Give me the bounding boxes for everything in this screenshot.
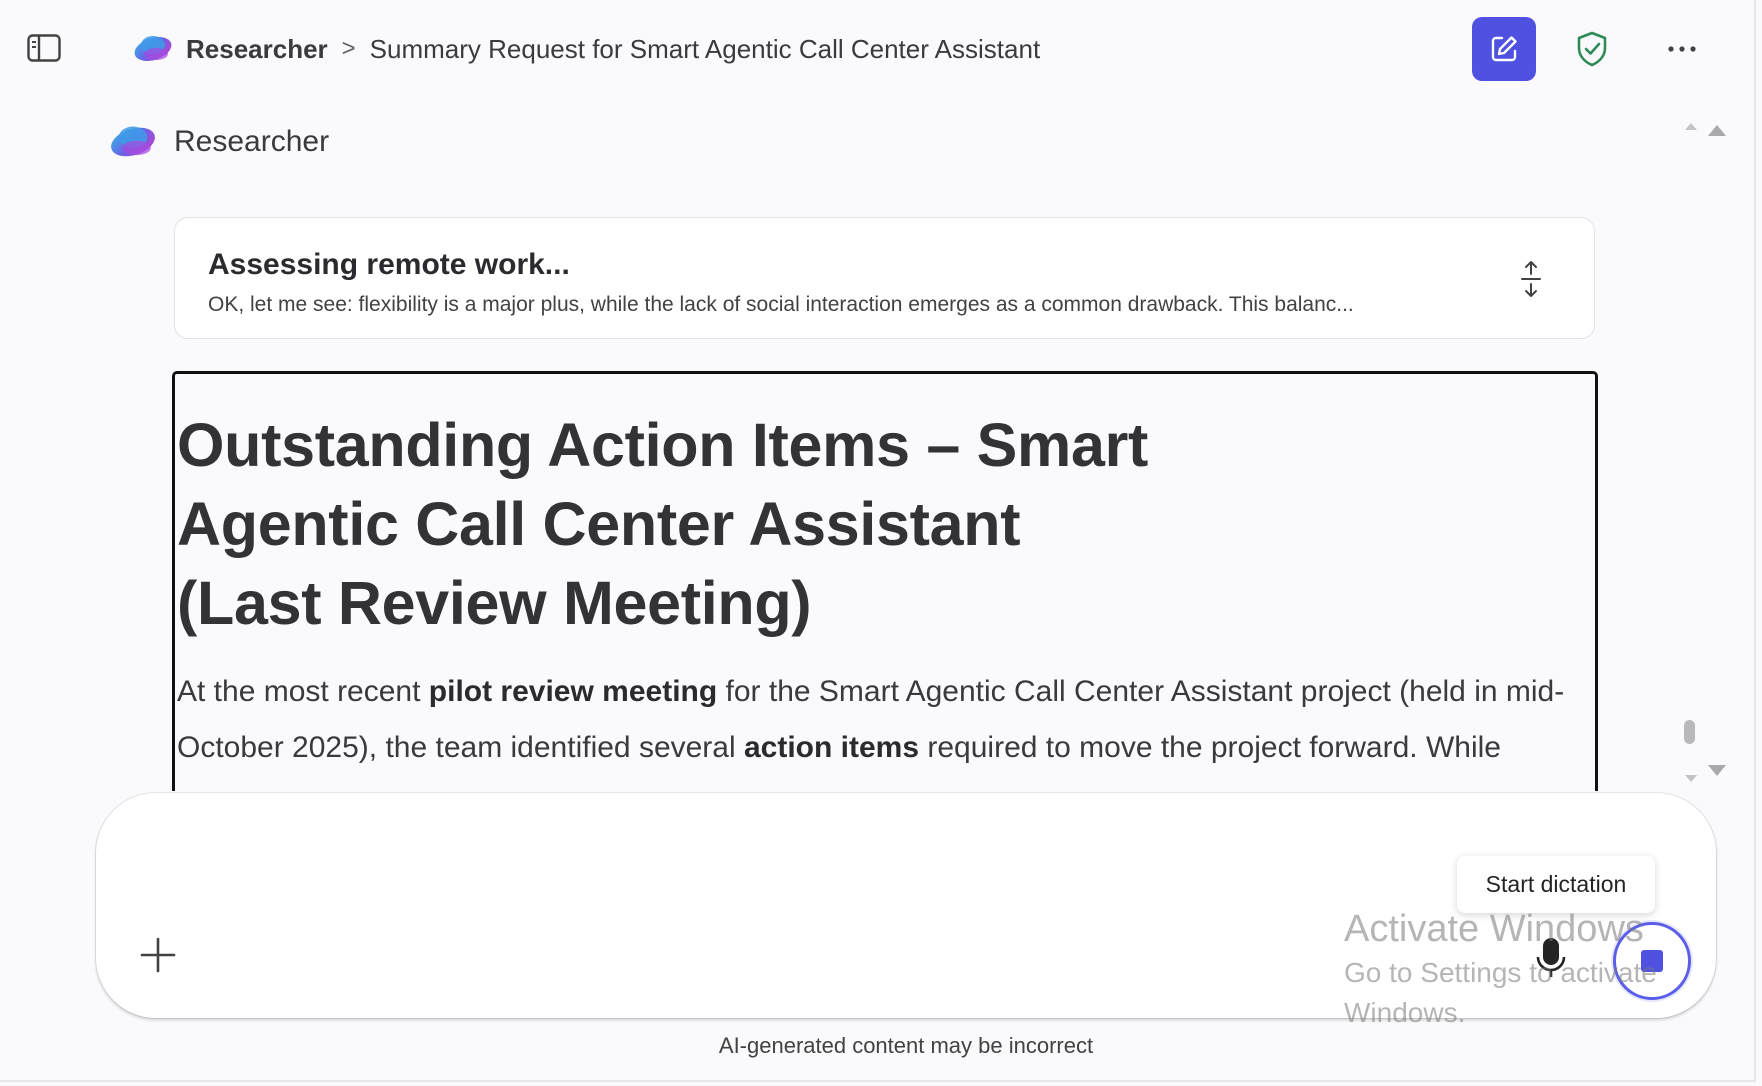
response-text-segment: At the most recent — [177, 675, 429, 708]
sidebar-toggle-button[interactable] — [27, 33, 61, 63]
scroll-up-arrow-icon[interactable] — [1706, 121, 1728, 139]
copilot-app-window: Researcher > Summary Request for Smart A… — [0, 0, 1762, 1086]
scroll-down-arrow-icon[interactable] — [1706, 762, 1728, 780]
new-chat-button[interactable] — [1472, 17, 1536, 81]
stop-generating-button[interactable] — [1613, 922, 1691, 1000]
response-heading: Outstanding Action Items – Smart Agentic… — [177, 411, 1149, 637]
protection-shield-button[interactable] — [1570, 27, 1614, 71]
stop-icon — [1641, 950, 1663, 972]
ai-disclaimer: AI-generated content may be incorrect — [718, 1033, 1094, 1058]
scroll-down-small-icon[interactable] — [1682, 772, 1700, 786]
response-content: Outstanding Action Items – Smart Agentic… — [172, 371, 1598, 791]
shield-check-icon — [1577, 31, 1607, 67]
scrollbar-thumb[interactable] — [1684, 720, 1695, 744]
response-paragraph: At the most recent pilot review meeting … — [177, 664, 1587, 791]
expand-vertical-icon — [1521, 261, 1541, 297]
reasoning-progress-card[interactable]: Assessing remote work... OK, let me see:… — [174, 217, 1595, 339]
compose-icon — [1491, 36, 1517, 62]
researcher-logo-icon — [111, 126, 155, 157]
add-attachment-button[interactable] — [136, 933, 180, 977]
conversation-title: Summary Request for Smart Agentic Call C… — [369, 33, 1041, 64]
scroll-up-small-icon[interactable] — [1682, 118, 1700, 134]
response-bold-segment: pilot review meeting — [428, 675, 718, 708]
header-bar: Researcher > Summary Request for Smart A… — [0, 0, 1756, 98]
dictation-tooltip: Start dictation — [1457, 856, 1655, 913]
expand-progress-button[interactable] — [1511, 254, 1551, 304]
researcher-logo-icon — [134, 36, 172, 61]
plus-icon — [140, 937, 176, 973]
more-horizontal-icon — [1668, 46, 1696, 52]
response-bold-segment: action items — [743, 731, 920, 764]
dictation-button[interactable] — [1529, 933, 1573, 983]
breadcrumb: Researcher > Summary Request for Smart A… — [132, 28, 1040, 70]
progress-title: Assessing remote work... — [208, 248, 570, 281]
breadcrumb-separator: > — [341, 35, 356, 62]
microphone-icon — [1536, 938, 1566, 977]
agent-name: Researcher — [174, 125, 330, 158]
progress-description: OK, let me see: flexibility is a major p… — [208, 293, 1354, 316]
agent-header: Researcher — [108, 118, 329, 166]
message-input[interactable] — [156, 833, 1356, 893]
sidebar-toggle-icon — [27, 34, 61, 62]
more-options-button[interactable] — [1660, 27, 1704, 71]
breadcrumb-agent-link[interactable]: Researcher — [186, 34, 328, 65]
